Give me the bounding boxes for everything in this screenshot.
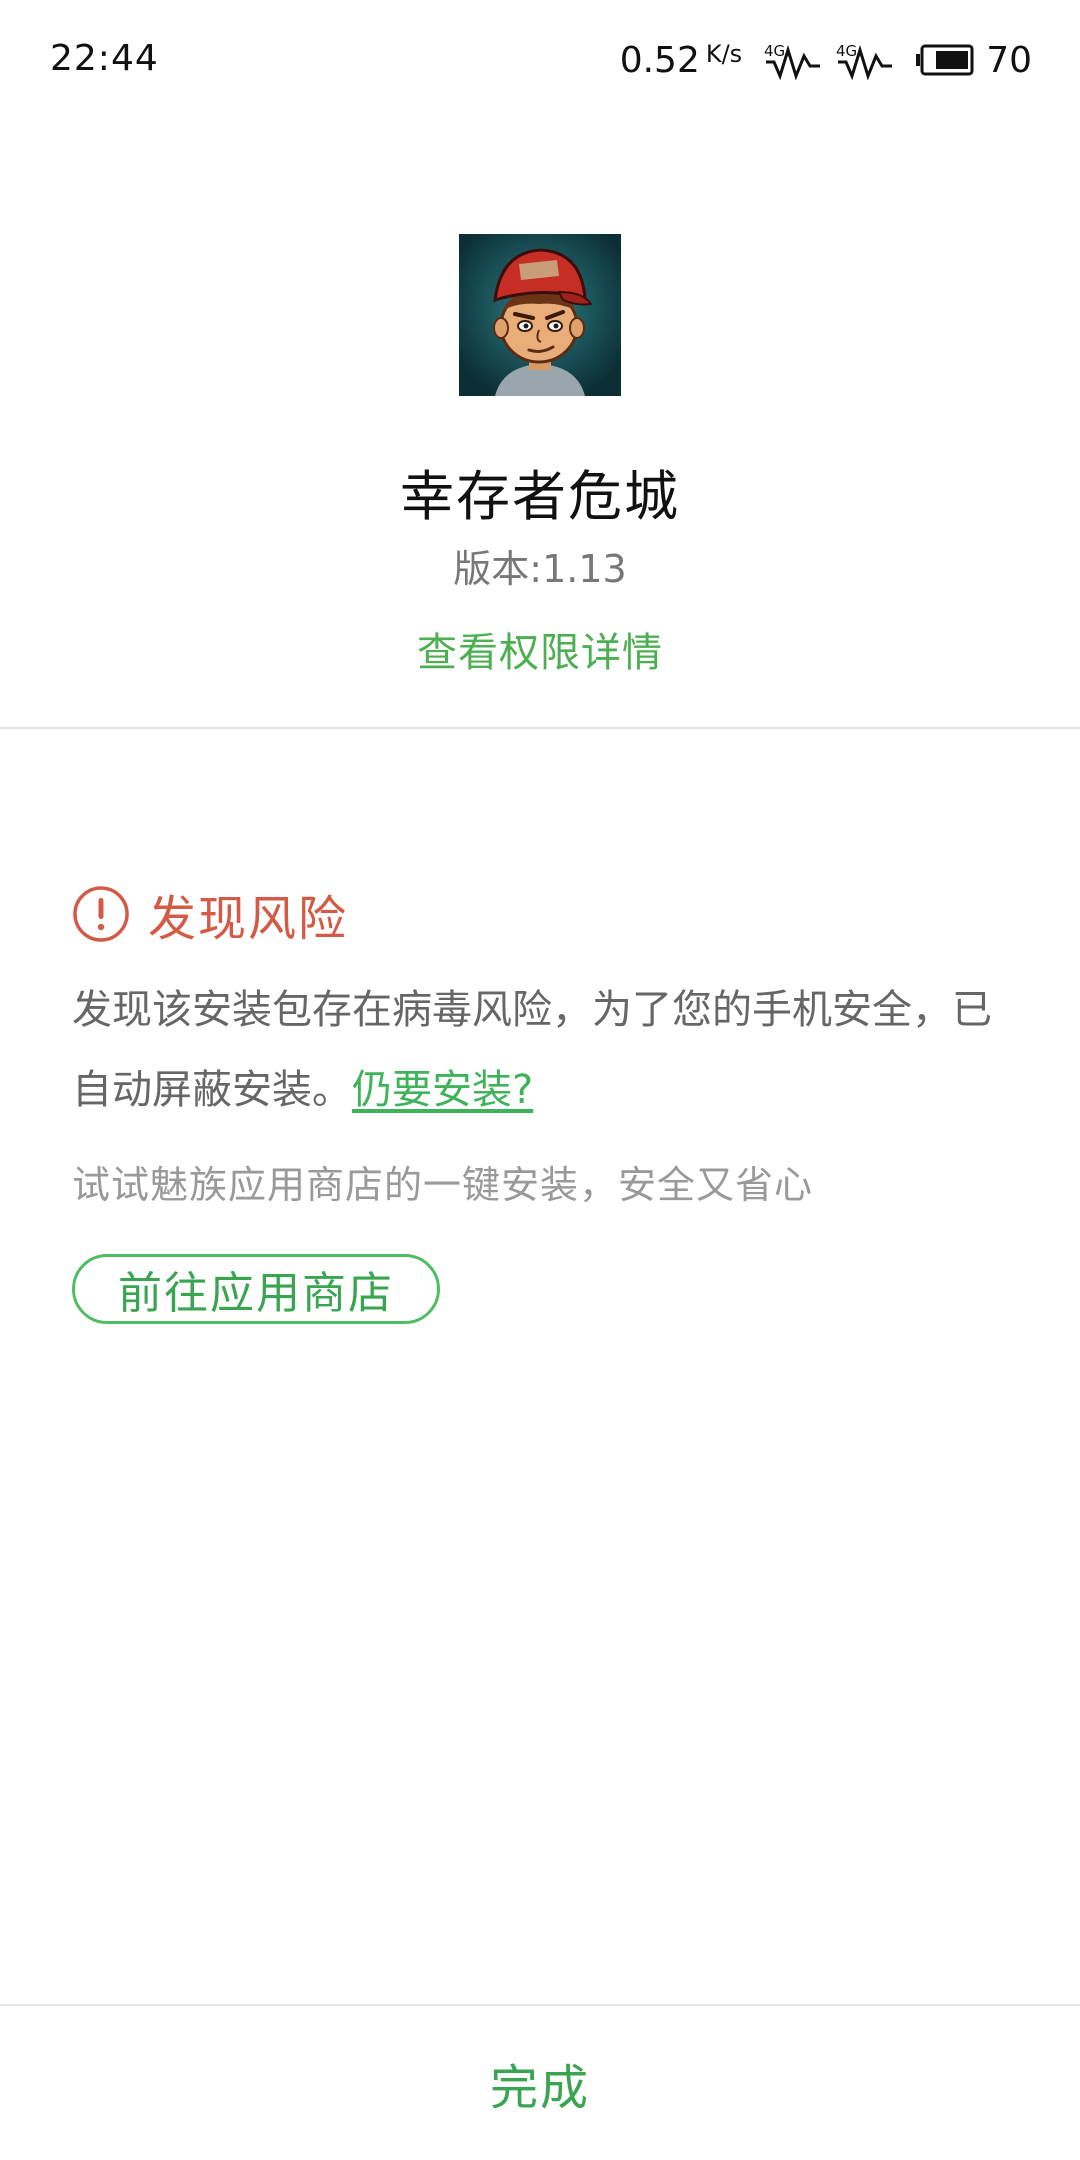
status-time: 22:44 <box>50 38 159 79</box>
battery-icon <box>916 44 974 76</box>
install-anyway-link[interactable]: 仍要安装? <box>352 1067 533 1113</box>
warning-circle-icon <box>73 886 129 942</box>
install-risk-screen: 22:44 0.52 K/s 4G 4G 70 幸存者危城 版本:1.13 查看… <box>0 0 1080 2160</box>
app-version: 版本:1.13 <box>0 538 1080 593</box>
network-speed-unit: K/s <box>705 39 743 68</box>
divider <box>0 727 1080 729</box>
svg-text:4G: 4G <box>836 42 857 60</box>
app-name: 幸存者危城 <box>400 465 680 528</box>
risk-title-row: 发现风险 <box>72 884 348 947</box>
signal-4g-icon: 4G <box>764 42 821 80</box>
svg-text:4G: 4G <box>764 42 785 60</box>
network-speed-value: 0.52 <box>619 39 700 81</box>
version-label: 版本: <box>453 547 543 591</box>
status-bar: 22:44 0.52 K/s 4G 4G 70 <box>0 0 1080 120</box>
risk-description: 发现该安装包存在病毒风险，为了您的手机安全，已自动屏蔽安装。仍要安装? <box>72 970 1012 1130</box>
signal-4g-icon: 4G <box>836 42 893 80</box>
network-speed: 0.52 K/s <box>620 40 742 81</box>
battery-level: 70 <box>986 39 1032 81</box>
app-icon <box>459 234 621 396</box>
go-to-app-store-button[interactable]: 前往应用商店 <box>72 1254 440 1324</box>
risk-title: 发现风险 <box>148 891 349 947</box>
version-number: 1.13 <box>542 547 627 591</box>
store-hint: 试试魅族应用商店的一键安装，安全又省心 <box>72 1163 814 1207</box>
done-button[interactable]: 完成 <box>0 2006 1080 2160</box>
status-indicators: 0.52 K/s 4G 4G 70 <box>620 34 1032 86</box>
view-permissions-link[interactable]: 查看权限详情 <box>0 620 1080 678</box>
